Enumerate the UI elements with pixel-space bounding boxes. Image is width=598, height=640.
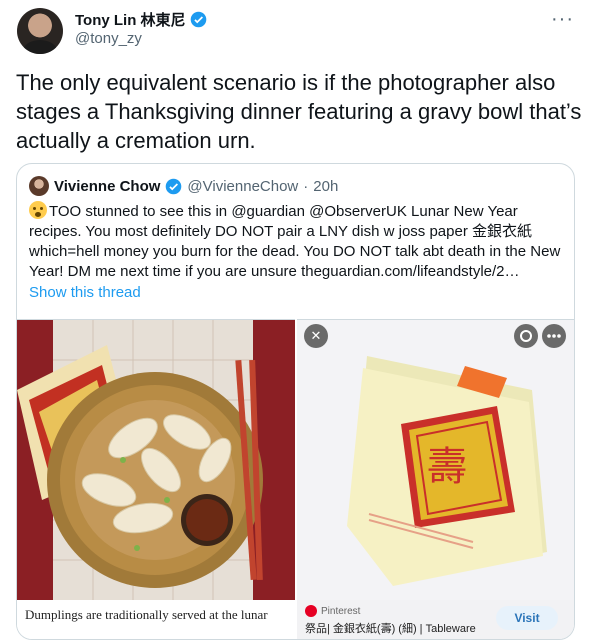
show-thread-link[interactable]: Show this thread [29,284,141,301]
seal-character: 壽 [427,444,467,490]
tweet-text: The only equivalent scenario is if the p… [16,70,582,153]
quote-avatar[interactable] [29,176,49,196]
verified-badge-icon [190,11,206,28]
author-row: Tony Lin 林東尼 [75,9,207,30]
pinterest-icon [305,605,317,617]
more-icon[interactable]: ··· [551,8,574,31]
quote-text-wrap: TOO stunned to see this in @guardian @Ob… [29,201,564,282]
joss-paper-photo: 壽 [297,320,574,600]
scream-emoji-icon [29,201,47,219]
quote-text: TOO stunned to see this in @guardian @Ob… [29,203,561,280]
pinterest-source: Pinterest [305,605,360,617]
product-title[interactable]: 祭品| 金銀衣紙(壽) (細) | Tableware [305,620,476,636]
media-image-right[interactable]: 壽 ✕ Pinterest 祭品| 金銀衣紙(壽) (細) | Tablewar… [297,319,574,639]
image-caption: Dumplings are traditionally served at th… [17,600,295,639]
dumplings-photo [17,320,295,600]
pinterest-label: Pinterest [321,605,361,617]
verified-badge-icon [166,178,182,194]
handle[interactable]: @tony_zy [75,30,142,47]
display-name[interactable]: Tony Lin 林東尼 [75,9,186,30]
quote-timestamp[interactable]: 20h [313,178,338,195]
quote-tweet-card[interactable]: Vivienne Chow @VivienneChow · 20h TOO st… [16,163,575,640]
quote-display-name[interactable]: Vivienne Chow [54,178,160,195]
quote-handle[interactable]: @VivienneChow [187,178,298,195]
media-image-left[interactable]: Dumplings are traditionally served at th… [17,319,295,639]
close-icon[interactable]: ✕ [304,324,328,348]
quote-author-row: Vivienne Chow @VivienneChow · 20h [29,176,338,196]
visit-button[interactable]: Visit [496,606,558,630]
avatar[interactable] [17,8,63,54]
separator-dot: · [303,177,309,195]
lens-icon[interactable] [514,324,538,348]
more-icon[interactable] [542,324,566,348]
